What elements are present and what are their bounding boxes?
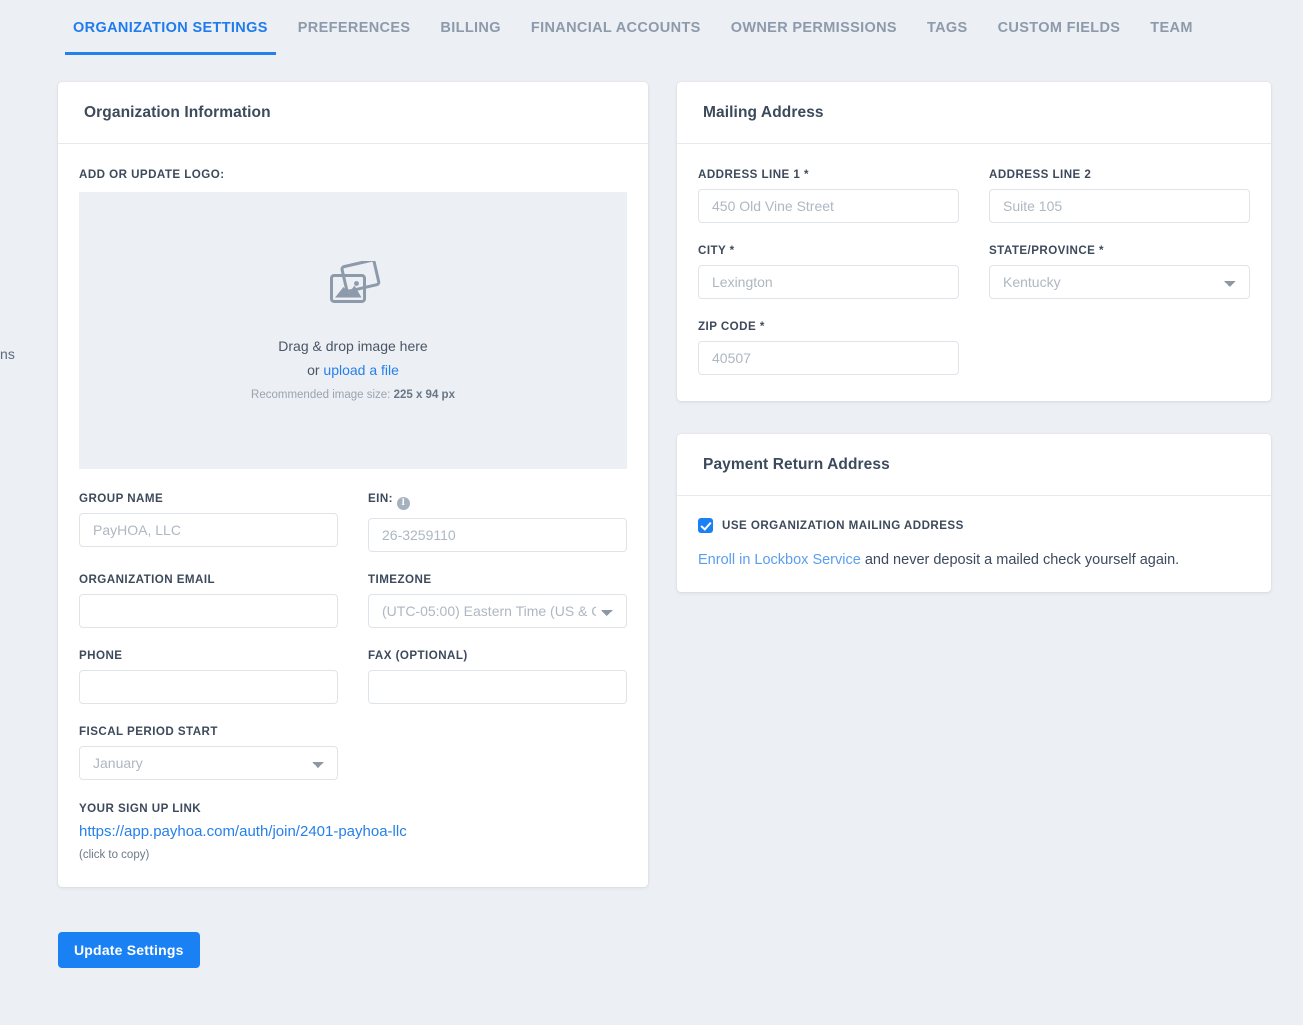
state-province-label: STATE/PROVINCE * — [989, 244, 1104, 257]
settings-tabbar: ORGANIZATION SETTINGS PREFERENCES BILLIN… — [58, 0, 1303, 62]
fiscal-period-start-label: FISCAL PERIOD START — [79, 725, 218, 738]
organization-information-card: Organization Information ADD OR UPDATE L… — [58, 82, 648, 887]
tab-tags[interactable]: TAGS — [912, 0, 983, 55]
address-line-2-label: ADDRESS LINE 2 — [989, 168, 1092, 181]
row-city-state: CITY * STATE/PROVINCE * Kentucky — [698, 244, 1250, 299]
field-city: CITY * — [698, 244, 959, 299]
sidebar-clipped-label: ns — [0, 346, 15, 362]
dropzone-primary-text: Drag & drop image here — [278, 337, 428, 354]
fax-label: FAX (OPTIONAL) — [368, 649, 468, 662]
field-phone: PHONE — [79, 649, 338, 704]
row-zip: ZIP CODE * — [698, 320, 1250, 375]
mailing-address-body: ADDRESS LINE 1 * ADDRESS LINE 2 CITY * S — [677, 144, 1271, 401]
mailing-address-title: Mailing Address — [677, 82, 1271, 144]
payment-return-address-body: USE ORGANIZATION MAILING ADDRESS Enroll … — [677, 496, 1271, 592]
row-email-timezone: ORGANIZATION EMAIL TIMEZONE (UTC-05:00) … — [79, 573, 627, 628]
info-icon[interactable]: i — [397, 497, 410, 510]
row-group-name-ein: GROUP NAME EIN: i — [79, 492, 627, 552]
organization-email-input[interactable] — [79, 594, 338, 628]
timezone-label: TIMEZONE — [368, 573, 432, 586]
tab-preferences[interactable]: PREFERENCES — [283, 0, 426, 55]
dropzone-or-text: or — [307, 361, 324, 378]
right-column: Mailing Address ADDRESS LINE 1 * ADDRESS… — [677, 82, 1271, 592]
phone-input[interactable] — [79, 670, 338, 704]
upload-a-file-link[interactable]: upload a file — [323, 362, 399, 378]
signup-link-hint: (click to copy) — [79, 849, 150, 861]
enroll-lockbox-service-link[interactable]: Enroll in Lockbox Service — [698, 552, 861, 568]
row-phone-fax: PHONE FAX (OPTIONAL) — [79, 649, 627, 704]
field-organization-email: ORGANIZATION EMAIL — [79, 573, 338, 628]
row-fiscal-period-spacer — [368, 725, 627, 780]
address-line-1-label: ADDRESS LINE 1 * — [698, 168, 809, 181]
field-zip-code: ZIP CODE * — [698, 320, 959, 375]
use-org-mailing-address-row[interactable]: USE ORGANIZATION MAILING ADDRESS — [698, 518, 1250, 533]
payment-return-address-card: Payment Return Address USE ORGANIZATION … — [677, 434, 1271, 592]
field-ein: EIN: i — [368, 492, 627, 552]
tab-custom-fields[interactable]: CUSTOM FIELDS — [983, 0, 1136, 55]
tab-owner-permissions[interactable]: OWNER PERMISSIONS — [716, 0, 912, 55]
zip-code-input[interactable] — [698, 341, 959, 375]
field-fiscal-period-start: FISCAL PERIOD START January — [79, 725, 338, 780]
field-fax: FAX (OPTIONAL) — [368, 649, 627, 704]
organization-information-body: ADD OR UPDATE LOGO: Drag & drop image he… — [58, 144, 648, 887]
recommended-prefix: Recommended image size: — [251, 388, 394, 401]
lockbox-service-rest: and never deposit a mailed check yoursel… — [860, 552, 1180, 568]
ein-label-text: EIN: — [368, 492, 393, 505]
signup-link-url[interactable]: https://app.payhoa.com/auth/join/2401-pa… — [79, 823, 627, 840]
city-label: CITY * — [698, 244, 735, 257]
recommended-size-value: 225 x 94 px — [393, 388, 455, 401]
address-line-2-input[interactable] — [989, 189, 1250, 223]
group-name-input[interactable] — [79, 513, 338, 547]
logo-dropzone[interactable]: Drag & drop image here or upload a file … — [79, 192, 627, 469]
ein-label: EIN: i — [368, 492, 627, 510]
state-province-select[interactable]: Kentucky — [989, 265, 1250, 299]
tab-billing[interactable]: BILLING — [425, 0, 515, 55]
tab-team[interactable]: TEAM — [1135, 0, 1207, 55]
phone-label: PHONE — [79, 649, 123, 662]
logo-upload-label: ADD OR UPDATE LOGO: — [79, 168, 225, 181]
row-address-lines: ADDRESS LINE 1 * ADDRESS LINE 2 — [698, 168, 1250, 223]
organization-email-label: ORGANIZATION EMAIL — [79, 573, 216, 586]
field-group-name: GROUP NAME — [79, 492, 338, 552]
page-root: ns ORGANIZATION SETTINGS PREFERENCES BIL… — [0, 0, 1303, 1025]
signup-link-label: YOUR SIGN UP LINK — [79, 802, 202, 815]
dropzone-recommended-size: Recommended image size: 225 x 94 px — [251, 389, 455, 401]
field-address-line-1: ADDRESS LINE 1 * — [698, 168, 959, 223]
signup-link-section: YOUR SIGN UP LINK https://app.payhoa.com… — [79, 802, 627, 861]
field-address-line-2: ADDRESS LINE 2 — [989, 168, 1250, 223]
use-org-mailing-address-checkbox[interactable] — [698, 518, 713, 533]
city-input[interactable] — [698, 265, 959, 299]
fax-input[interactable] — [368, 670, 627, 704]
dropzone-upload-row: or upload a file — [307, 362, 399, 378]
group-name-label: GROUP NAME — [79, 492, 164, 505]
timezone-select[interactable]: (UTC-05:00) Eastern Time (US & Car — [368, 594, 627, 628]
ein-input[interactable] — [368, 518, 627, 552]
payment-return-address-title: Payment Return Address — [677, 434, 1271, 496]
update-settings-button[interactable]: Update Settings — [58, 932, 200, 968]
mailing-address-card: Mailing Address ADDRESS LINE 1 * ADDRESS… — [677, 82, 1271, 401]
row-fiscal-period: FISCAL PERIOD START January — [79, 725, 627, 780]
zip-code-label: ZIP CODE * — [698, 320, 765, 333]
field-timezone: TIMEZONE (UTC-05:00) Eastern Time (US & … — [368, 573, 627, 628]
lockbox-service-text: Enroll in Lockbox Service and never depo… — [698, 552, 1250, 568]
left-column: Organization Information ADD OR UPDATE L… — [58, 82, 648, 887]
use-org-mailing-address-label: USE ORGANIZATION MAILING ADDRESS — [722, 519, 964, 532]
field-state-province: STATE/PROVINCE * Kentucky — [989, 244, 1250, 299]
tab-organization-settings[interactable]: ORGANIZATION SETTINGS — [58, 0, 283, 55]
tab-financial-accounts[interactable]: FINANCIAL ACCOUNTS — [516, 0, 716, 55]
organization-information-title: Organization Information — [58, 82, 648, 144]
image-upload-icon — [325, 258, 381, 318]
address-line-1-input[interactable] — [698, 189, 959, 223]
row-zip-spacer — [989, 320, 1250, 375]
fiscal-period-start-select[interactable]: January — [79, 746, 338, 780]
